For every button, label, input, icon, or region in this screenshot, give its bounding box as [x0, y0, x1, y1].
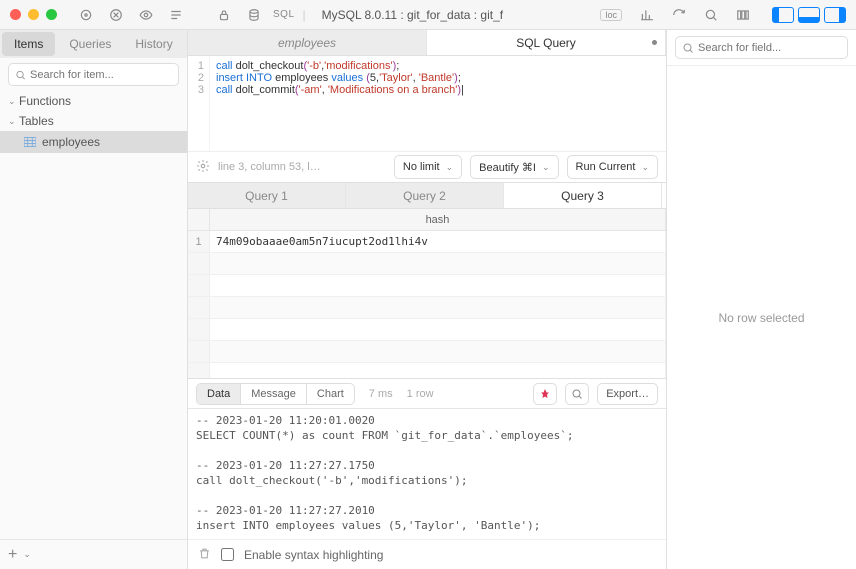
search-icon[interactable]: [700, 4, 722, 26]
center-panel: employees SQL Query 123 call dolt_checko…: [188, 30, 666, 569]
results-view-segment: Data Message Chart: [196, 383, 355, 405]
tree-group-label: Tables: [19, 114, 54, 128]
chevron-down-icon: ⌄: [542, 162, 550, 173]
search-icon: [15, 69, 26, 81]
chevron-down-icon: ⌄: [8, 116, 16, 127]
titlebar: SQL | MySQL 8.0.11 : git_for_data : git_…: [0, 0, 856, 30]
trash-icon[interactable]: [198, 547, 211, 563]
table-row-empty: [188, 319, 666, 341]
connection-string[interactable]: MySQL 8.0.11 : git_for_data : git_f: [314, 8, 593, 22]
chart-icon[interactable]: [636, 4, 658, 26]
table-row-empty: [188, 275, 666, 297]
query-tab-3[interactable]: Query 3: [504, 183, 662, 208]
chevron-down-icon: ⌄: [641, 162, 649, 173]
table-row-empty: [188, 341, 666, 363]
segment-chart[interactable]: Chart: [307, 384, 354, 404]
zoom-window-button[interactable]: [46, 9, 57, 20]
tab-label: employees: [278, 36, 336, 50]
tree-group-label: Functions: [19, 94, 71, 108]
toggle-bottom-panel[interactable]: [798, 7, 820, 23]
dirty-indicator-icon: [652, 40, 657, 45]
query-tab-1[interactable]: Query 1: [188, 183, 346, 208]
export-button[interactable]: Export…: [597, 383, 658, 405]
table-icon: [24, 137, 36, 147]
row-number: 1: [188, 231, 210, 252]
center-tab-sql-query[interactable]: SQL Query: [427, 30, 666, 55]
row-number-header: [188, 209, 210, 230]
toggle-left-panel[interactable]: [772, 7, 794, 23]
beautify-button[interactable]: Beautify ⌘I⌄: [470, 155, 558, 179]
gear-icon[interactable]: [196, 159, 210, 176]
columns-icon[interactable]: [732, 4, 754, 26]
traffic-lights: [10, 9, 57, 20]
syntax-highlight-label: Enable syntax highlighting: [244, 548, 383, 562]
toggle-right-panel[interactable]: [824, 7, 846, 23]
chevron-down-icon[interactable]: ⌄: [23, 549, 31, 560]
sidebar-search[interactable]: [8, 63, 179, 86]
tree-group-tables[interactable]: ⌄ Tables: [0, 111, 187, 131]
column-header[interactable]: hash: [210, 209, 666, 230]
query-time: 7 ms: [369, 388, 393, 400]
database-icon[interactable]: [243, 4, 265, 26]
cursor-position: line 3, column 53, l…: [218, 161, 338, 173]
editor-code[interactable]: call dolt_checkout('-b','modifications')…: [210, 56, 470, 151]
right-panel-empty: No row selected: [667, 66, 856, 569]
row-count: 1 row: [407, 388, 434, 400]
sidebar-tab-history[interactable]: History: [123, 30, 184, 58]
editor-status-bar: line 3, column 53, l… No limit⌄ Beautify…: [188, 151, 666, 183]
cancel-icon[interactable]: [105, 4, 127, 26]
eye-icon[interactable]: [135, 4, 157, 26]
segment-message[interactable]: Message: [241, 384, 307, 404]
table-row-empty: [188, 363, 666, 378]
search-icon: [682, 42, 694, 54]
table-row-empty: [188, 297, 666, 319]
query-log[interactable]: -- 2023-01-20 11:20:01.0020 SELECT COUNT…: [188, 409, 666, 539]
results-footer: Data Message Chart 7 ms 1 row Export…: [188, 379, 666, 409]
sidebar-footer: + ⌄: [0, 539, 187, 569]
query-tab-2[interactable]: Query 2: [346, 183, 504, 208]
tree-group-functions[interactable]: ⌄ Functions: [0, 91, 187, 111]
table-row-empty: [188, 253, 666, 275]
list-icon[interactable]: [165, 4, 187, 26]
run-button[interactable]: Run Current⌄: [567, 155, 658, 179]
sidebar-tab-items[interactable]: Items: [2, 32, 55, 56]
editor-gutter: 123: [188, 56, 210, 151]
sidebar-search-input[interactable]: [30, 69, 172, 81]
chevron-down-icon: ⌄: [446, 162, 454, 173]
log-footer: Enable syntax highlighting: [188, 539, 666, 569]
sidebar: Items Queries History ⌄ Functions ⌄ Tabl…: [0, 30, 188, 569]
field-search[interactable]: [675, 36, 848, 59]
sidebar-tab-queries[interactable]: Queries: [57, 30, 123, 58]
center-tab-employees[interactable]: employees: [188, 30, 427, 55]
right-panel: No row selected: [666, 30, 856, 569]
tab-label: SQL Query: [516, 36, 576, 50]
chevron-down-icon: ⌄: [8, 96, 16, 107]
location-badge: loc: [600, 9, 622, 21]
query-result-tabs: Query 1 Query 2 Query 3: [188, 183, 666, 209]
results-body[interactable]: 174m09obaaae0am5n7iucupt2od1lhi4v: [188, 231, 666, 378]
search-results-button[interactable]: [565, 383, 589, 405]
table-row[interactable]: 174m09obaaae0am5n7iucupt2od1lhi4v: [188, 231, 666, 253]
add-button[interactable]: +: [8, 546, 17, 564]
limit-dropdown[interactable]: No limit⌄: [394, 155, 462, 179]
segment-data[interactable]: Data: [197, 384, 241, 404]
lock-icon[interactable]: [213, 4, 235, 26]
tree-item-table[interactable]: employees: [0, 131, 187, 153]
sql-editor[interactable]: 123 call dolt_checkout('-b','modificatio…: [188, 56, 666, 151]
sidebar-tree: ⌄ Functions ⌄ Tables employees: [0, 91, 187, 539]
field-search-input[interactable]: [698, 42, 841, 54]
sidebar-tabs: Items Queries History: [0, 30, 187, 58]
tree-item-label: employees: [42, 135, 100, 149]
minimize-window-button[interactable]: [28, 9, 39, 20]
syntax-highlight-checkbox[interactable]: [221, 548, 234, 561]
schema-icon[interactable]: [75, 4, 97, 26]
close-window-button[interactable]: [10, 9, 21, 20]
cell[interactable]: 74m09obaaae0am5n7iucupt2od1lhi4v: [210, 231, 666, 252]
results-header: hash: [188, 209, 666, 231]
results-grid: hash 174m09obaaae0am5n7iucupt2od1lhi4v: [188, 209, 666, 379]
center-tabs: employees SQL Query: [188, 30, 666, 56]
pin-button[interactable]: [533, 383, 557, 405]
sql-label: SQL: [273, 9, 295, 20]
refresh-icon[interactable]: [668, 4, 690, 26]
